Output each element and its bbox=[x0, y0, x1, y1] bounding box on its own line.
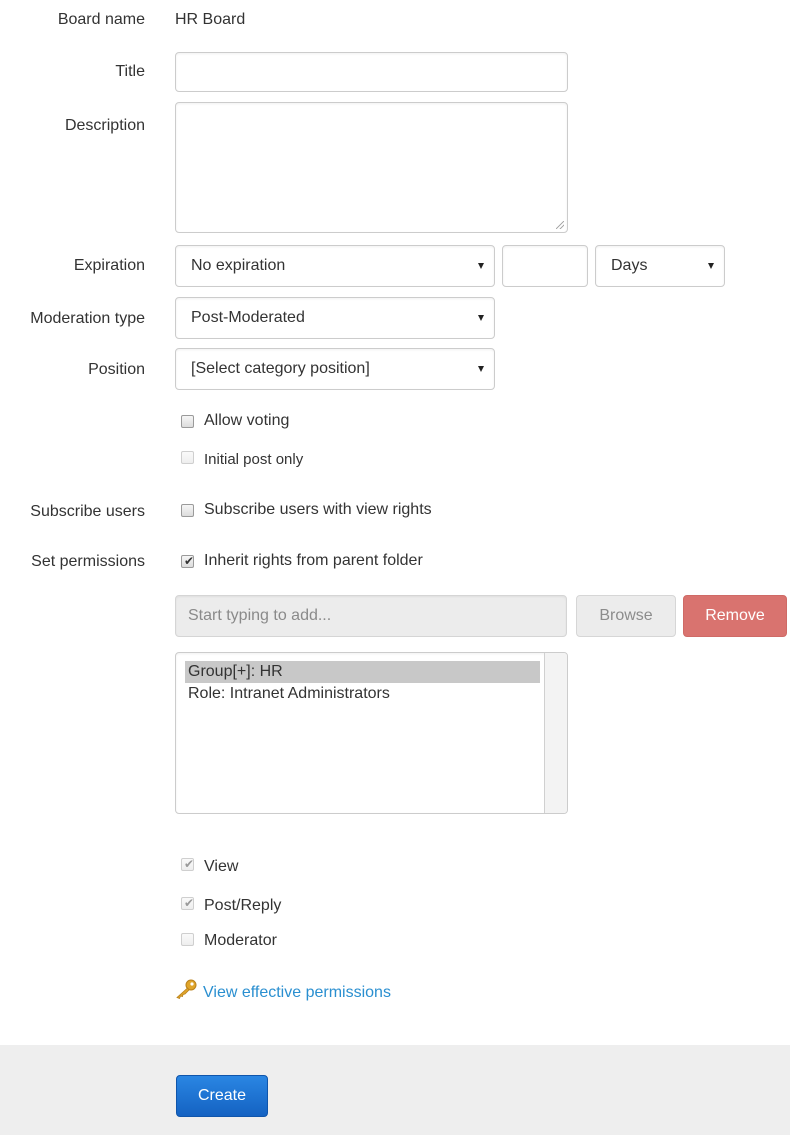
principal-row[interactable]: Role: Intranet Administrators bbox=[185, 683, 540, 705]
position-selected: [Select category position] bbox=[191, 360, 370, 377]
chevron-down-icon bbox=[708, 263, 714, 269]
subscribe-users-checkbox-label: Subscribe users with view rights bbox=[204, 501, 432, 518]
subscribe-users-checkbox[interactable] bbox=[181, 504, 194, 517]
view-effective-permissions-link[interactable]: View effective permissions bbox=[203, 984, 391, 1002]
checkmark-icon: ✔ bbox=[184, 857, 195, 871]
allow-voting-label: Allow voting bbox=[204, 412, 290, 429]
board-name-label: Board name bbox=[57, 11, 145, 28]
inherit-rights-label: Inherit rights from parent folder bbox=[204, 552, 423, 569]
title-label: Title bbox=[115, 63, 145, 80]
subscribe-users-label: Subscribe users bbox=[30, 503, 145, 520]
initial-post-only-label: Initial post only bbox=[204, 451, 304, 468]
position-select[interactable]: [Select category position] bbox=[175, 348, 495, 390]
expiration-unit-select[interactable]: Days bbox=[595, 245, 725, 287]
board-name-value: HR Board bbox=[175, 11, 246, 28]
resize-handle-icon[interactable] bbox=[556, 221, 564, 229]
moderation-type-selected: Post-Moderated bbox=[191, 309, 305, 326]
create-button[interactable]: Create bbox=[176, 1075, 268, 1117]
principal-search-placeholder: Start typing to add... bbox=[188, 607, 332, 624]
chevron-down-icon bbox=[478, 315, 484, 321]
allow-voting-checkbox[interactable] bbox=[181, 415, 194, 428]
position-label: Position bbox=[88, 361, 145, 378]
browse-button[interactable]: Browse bbox=[576, 595, 676, 637]
chevron-down-icon bbox=[478, 263, 484, 269]
right-moderator-checkbox[interactable] bbox=[181, 933, 194, 946]
remove-button[interactable]: Remove bbox=[683, 595, 787, 637]
description-label: Description bbox=[64, 117, 145, 134]
principals-listbox[interactable]: Group[+]: HR Role: Intranet Administrato… bbox=[175, 652, 568, 814]
expiration-amount-input[interactable] bbox=[502, 245, 588, 287]
right-post-reply-checkbox[interactable]: ✔ bbox=[181, 896, 195, 910]
set-permissions-label: Set permissions bbox=[31, 553, 145, 570]
key-icon bbox=[174, 979, 198, 1000]
right-view-label: View bbox=[204, 858, 239, 875]
listbox-scrollbar[interactable] bbox=[544, 653, 567, 813]
right-moderator-label: Moderator bbox=[204, 932, 277, 949]
expiration-selected: No expiration bbox=[191, 257, 286, 274]
checkmark-icon: ✔ bbox=[184, 896, 195, 910]
principal-search-input[interactable]: Start typing to add... bbox=[175, 595, 567, 637]
initial-post-only-checkbox[interactable] bbox=[181, 451, 194, 464]
title-input[interactable] bbox=[175, 52, 568, 92]
expiration-select[interactable]: No expiration bbox=[175, 245, 495, 287]
right-view-checkbox[interactable]: ✔ bbox=[181, 857, 195, 871]
expiration-unit-selected: Days bbox=[611, 257, 648, 274]
description-textarea[interactable] bbox=[175, 102, 568, 233]
right-post-reply-label: Post/Reply bbox=[204, 897, 282, 914]
chevron-down-icon bbox=[478, 366, 484, 372]
form-footer bbox=[0, 1045, 790, 1135]
expiration-label: Expiration bbox=[73, 257, 145, 274]
moderation-type-select[interactable]: Post-Moderated bbox=[175, 297, 495, 339]
checkmark-icon: ✔ bbox=[184, 554, 195, 568]
inherit-rights-checkbox[interactable]: ✔ bbox=[181, 554, 195, 568]
principal-row[interactable]: Group[+]: HR bbox=[185, 661, 540, 683]
moderation-type-label: Moderation type bbox=[30, 310, 145, 327]
